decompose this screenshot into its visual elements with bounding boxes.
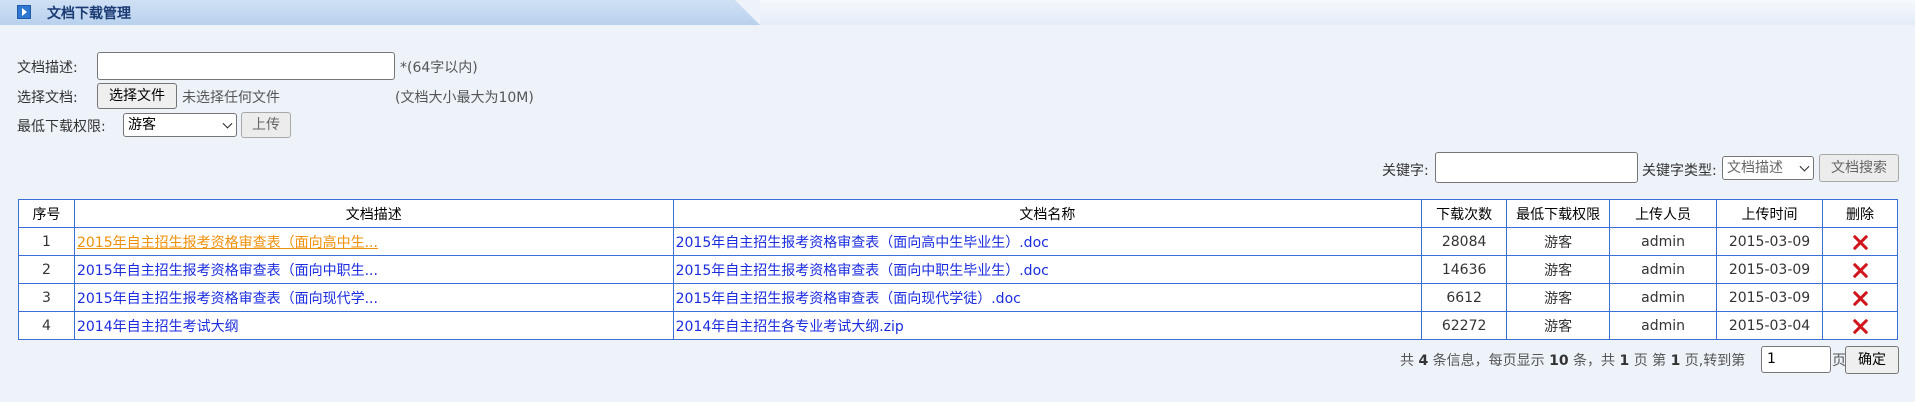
header-name: 文档名称 xyxy=(672,199,1423,228)
cell-downloads: 14636 xyxy=(1421,255,1508,284)
filename-link[interactable]: 2015年自主招生报考资格审查表（面向中职生毕业生）.doc xyxy=(676,263,1049,279)
desc-hint: *(64字以内) xyxy=(400,60,478,76)
pager-current: 1 xyxy=(1670,353,1681,369)
desc-link[interactable]: 2015年自主招生报考资格审查表（面向现代学... xyxy=(77,291,378,307)
header-date: 上传时间 xyxy=(1716,199,1823,228)
cell-permission: 游客 xyxy=(1506,311,1611,340)
table-row: 1 2015年自主招生报考资格审查表（面向高中生... 2015年自主招生报考资… xyxy=(18,227,1898,256)
desc-label: 文档描述: xyxy=(17,60,78,76)
table-header-row: 序号 文档描述 文档名称 下载次数 最低下载权限 上传人员 上传时间 删除 xyxy=(18,199,1898,228)
size-hint: (文档大小最大为10M) xyxy=(395,90,534,106)
filename-link[interactable]: 2015年自主招生报考资格审查表（面向现代学徒）.doc xyxy=(676,291,1021,307)
desc-link[interactable]: 2015年自主招生报考资格审查表（面向中职生... xyxy=(77,263,378,279)
cell-no: 2 xyxy=(18,255,75,284)
pager-text: 页,转到第 xyxy=(1680,353,1746,369)
cell-date: 2015-03-09 xyxy=(1716,283,1823,312)
keyword-label: 关键字: xyxy=(1382,163,1429,179)
table-row: 4 2014年自主招生考试大纲 2014年自主招生各专业考试大纲.zip 622… xyxy=(18,311,1898,340)
cell-date: 2015-03-09 xyxy=(1716,255,1823,284)
cell-uploader: admin xyxy=(1609,311,1718,340)
cell-date: 2015-03-09 xyxy=(1716,227,1823,256)
cell-permission: 游客 xyxy=(1506,283,1611,312)
cell-date: 2015-03-04 xyxy=(1716,311,1823,340)
delete-icon[interactable] xyxy=(1852,290,1868,306)
search-button[interactable]: 文档搜索 xyxy=(1819,154,1899,182)
page-suffix: 页 xyxy=(1832,353,1846,369)
upload-button[interactable]: 上传 xyxy=(241,112,291,138)
pager-total: 4 xyxy=(1418,353,1429,369)
permission-select[interactable]: 游客 xyxy=(123,113,237,137)
arrow-right-icon xyxy=(17,5,31,19)
perm-label: 最低下载权限: xyxy=(17,119,106,135)
cell-no: 1 xyxy=(18,227,75,256)
permission-select-value: 游客 xyxy=(128,117,156,133)
cell-downloads: 28084 xyxy=(1421,227,1508,256)
cell-uploader: admin xyxy=(1609,283,1718,312)
title-bar: 文档下载管理 xyxy=(0,0,1915,25)
header-no: 序号 xyxy=(18,199,75,228)
keyword-type-value: 文档描述 xyxy=(1727,160,1783,176)
header-delete: 删除 xyxy=(1822,199,1898,228)
documents-table: 序号 文档描述 文档名称 下载次数 最低下载权限 上传人员 上传时间 删除 1 … xyxy=(18,199,1898,340)
cell-downloads: 6612 xyxy=(1421,283,1508,312)
header-permission: 最低下载权限 xyxy=(1506,199,1611,228)
pager-pages: 1 xyxy=(1619,353,1630,369)
file-status: 未选择任何文件 xyxy=(182,90,280,106)
pager-text: 条，共 xyxy=(1568,353,1620,369)
header-desc: 文档描述 xyxy=(73,199,674,228)
header-uploader: 上传人员 xyxy=(1609,199,1718,228)
file-label: 选择文档: xyxy=(17,90,78,106)
pager-text: 条信息，每页显示 xyxy=(1428,353,1550,369)
confirm-button[interactable]: 确定 xyxy=(1845,346,1899,374)
cell-uploader: admin xyxy=(1609,255,1718,284)
desc-link[interactable]: 2015年自主招生报考资格审查表（面向高中生... xyxy=(77,235,378,251)
keyword-type-select[interactable]: 文档描述 xyxy=(1722,156,1814,180)
delete-icon[interactable] xyxy=(1852,318,1868,334)
choose-file-button[interactable]: 选择文件 xyxy=(97,83,177,109)
pagination-info: 共 4 条信息，每页显示 10 条，共 1 页 第 1 页,转到第 xyxy=(1400,350,1745,370)
delete-icon[interactable] xyxy=(1852,234,1868,250)
desc-input[interactable] xyxy=(97,52,395,80)
pager-text: 页 第 xyxy=(1629,353,1671,369)
keyword-type-label: 关键字类型: xyxy=(1642,163,1717,179)
header-downloads: 下载次数 xyxy=(1421,199,1508,228)
filename-link[interactable]: 2014年自主招生各专业考试大纲.zip xyxy=(676,319,904,335)
pager-per-page: 10 xyxy=(1549,353,1569,369)
page-title: 文档下载管理 xyxy=(47,6,131,22)
cell-no: 4 xyxy=(18,311,75,340)
filename-link[interactable]: 2015年自主招生报考资格审查表（面向高中生毕业生）.doc xyxy=(676,235,1049,251)
title-bar-fill xyxy=(760,0,1915,25)
table-row: 2 2015年自主招生报考资格审查表（面向中职生... 2015年自主招生报考资… xyxy=(18,255,1898,284)
cell-permission: 游客 xyxy=(1506,255,1611,284)
table-row: 3 2015年自主招生报考资格审查表（面向现代学... 2015年自主招生报考资… xyxy=(18,283,1898,312)
cell-uploader: admin xyxy=(1609,227,1718,256)
pager-text: 共 xyxy=(1400,353,1419,369)
cell-no: 3 xyxy=(18,283,75,312)
chevron-down-icon xyxy=(1799,161,1810,172)
chevron-down-icon xyxy=(222,118,233,129)
cell-permission: 游客 xyxy=(1506,227,1611,256)
keyword-input[interactable] xyxy=(1435,152,1638,183)
goto-page-input[interactable]: 1 xyxy=(1761,346,1831,373)
desc-link[interactable]: 2014年自主招生考试大纲 xyxy=(77,319,239,335)
cell-downloads: 62272 xyxy=(1421,311,1508,340)
delete-icon[interactable] xyxy=(1852,262,1868,278)
